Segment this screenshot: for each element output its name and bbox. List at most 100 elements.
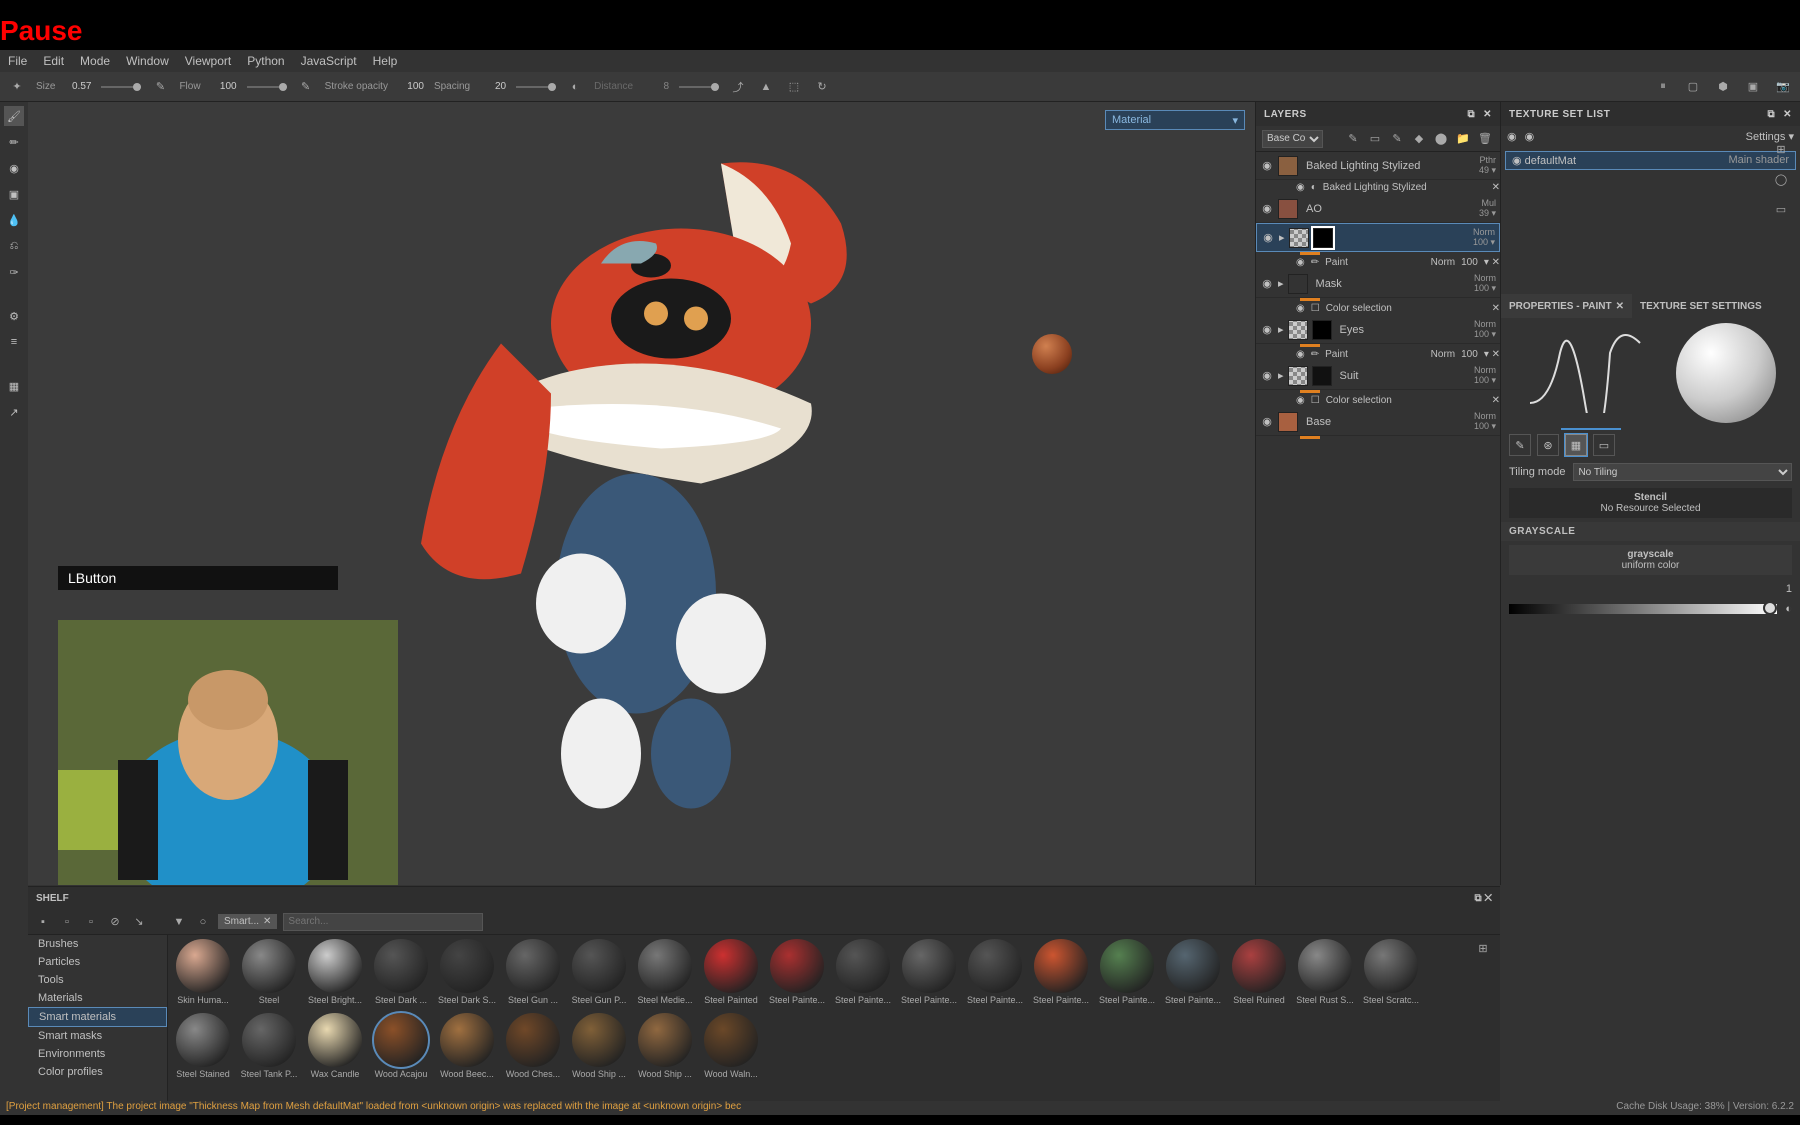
visibility-icon[interactable]: ◉ [1296,303,1305,314]
shelf-item[interactable]: Steel Painte... [964,939,1026,1005]
layer-row[interactable]: ◉ AO Mul 39 ▾ [1256,195,1500,223]
spacing-value[interactable]: 20 [476,81,506,92]
3d-viewport[interactable]: Material ▾ LButt [28,102,1255,885]
menu-window[interactable]: Window [126,54,169,68]
visibility-icon[interactable]: ◉ [1260,159,1274,172]
shelf-item[interactable]: Steel Gun P... [568,939,630,1005]
material-mode-icon[interactable]: ▭ [1593,434,1615,456]
log-icon[interactable]: ▭ [1772,200,1790,218]
close-icon[interactable]: ✕ [263,916,271,927]
shelf-category[interactable]: Environments [28,1045,167,1063]
help-icon[interactable]: ◯ [1772,170,1790,188]
shelf-item[interactable]: Wood Waln... [700,1013,762,1079]
size-value[interactable]: 0.57 [61,81,91,92]
visibility-icon[interactable]: ◉ [1260,369,1274,382]
brush-picker-icon[interactable]: ✦ [8,78,26,96]
shelf-item[interactable]: Skin Huma... [172,939,234,1005]
screenshot-icon[interactable]: 📷 [1774,78,1792,96]
shelf-all-icon[interactable]: ▪ [34,913,52,931]
refresh-icon[interactable]: ○ [194,913,212,931]
layer-row[interactable]: ◉ Baked Lighting Stylized Pthr 49 ▾ [1256,152,1500,180]
shelf-item[interactable]: Steel Painte... [898,939,960,1005]
visibility-icon[interactable]: ◉ [1296,257,1305,268]
shelf-item[interactable]: Wood Ship ... [568,1013,630,1079]
shelf-item[interactable]: Steel Painte... [766,939,828,1005]
shelf-category[interactable]: Smart masks [28,1027,167,1045]
add-paint-icon[interactable]: ✎ [1388,130,1406,148]
tiling-dropdown[interactable]: No Tiling [1573,463,1792,481]
visibility-icon[interactable]: ◉ [1261,231,1275,244]
tab-properties[interactable]: PROPERTIES - PAINT✕ [1501,294,1632,318]
clone-tool-icon[interactable]: ⎌ [4,236,24,256]
export-icon[interactable]: ↗ [4,402,24,422]
shelf-category[interactable]: Particles [28,953,167,971]
shelf-item[interactable]: Steel Dark ... [370,939,432,1005]
rotate-icon[interactable]: ⬢ [1714,78,1732,96]
undock-icon[interactable]: ⧉ [1467,109,1475,120]
eraser-tool-icon[interactable]: ✏ [4,132,24,152]
perspective-icon[interactable]: ▢ [1684,78,1702,96]
shelf-item[interactable]: Steel Dark S... [436,939,498,1005]
shelf-item[interactable]: Steel Medie... [634,939,696,1005]
lazy-mouse-icon[interactable]: ⤴ [729,78,747,96]
filter-icon[interactable]: ▼ [170,913,188,931]
visibility-icon[interactable]: ◉ [1260,415,1274,428]
visibility-icon[interactable]: ◉ [1260,323,1274,336]
layer-row[interactable]: ◉ ▸ Mask Norm 100 ▾ [1256,270,1500,298]
visibility-toggle-icon[interactable]: ◉ [1525,130,1535,143]
grayscale-resource[interactable]: grayscale uniform color [1509,545,1792,575]
gear-icon[interactable]: ⚙ [4,306,24,326]
add-smart-icon[interactable]: ⬤ [1432,130,1450,148]
iray-icon[interactable]: ▦ [4,376,24,396]
shelf-item[interactable]: Steel Scratc... [1360,939,1422,1005]
layer-row[interactable]: ◉ ▸ Suit Norm 100 ▾ [1256,362,1500,390]
undock-icon[interactable]: ⧉ [1767,109,1775,120]
grayscale-slider[interactable] [1509,604,1777,614]
distance-slider[interactable] [679,86,719,88]
mask-icon[interactable]: ▭ [1366,130,1384,148]
stencil-resource[interactable]: Stencil No Resource Selected [1509,488,1792,518]
shelf-item[interactable]: Steel Painte... [832,939,894,1005]
shelf-category[interactable]: Materials [28,989,167,1007]
menu-python[interactable]: Python [247,54,284,68]
add-fill-icon[interactable]: ◆ [1410,130,1428,148]
menu-edit[interactable]: Edit [43,54,64,68]
flow-slider[interactable] [247,86,287,88]
symmetry-icon[interactable]: ▲ [757,78,775,96]
layer-row[interactable]: ◉ ▸ Norm 100 ▾ [1256,223,1500,252]
menu-help[interactable]: Help [373,54,398,68]
shelf-category[interactable]: Color profiles [28,1063,167,1081]
spacing-slider[interactable] [516,86,556,88]
visibility-icon[interactable]: ◉ [1260,202,1274,215]
shelf-item[interactable]: Steel Painted [700,939,762,1005]
alpha-mode-icon[interactable]: ⊛ [1537,434,1559,456]
visibility-icon[interactable]: ◉ [1296,182,1305,193]
visibility-icon[interactable]: ◉ [1296,349,1305,360]
add-folder-icon[interactable]: 📁 [1454,130,1472,148]
shelf-item[interactable]: Steel Bright... [304,939,366,1005]
pause-render-icon[interactable]: ⏸ [1654,78,1672,96]
channel-dropdown[interactable]: Material ▾ [1105,110,1245,130]
shelf-item[interactable]: Steel [238,939,300,1005]
shelf-item[interactable]: Steel Painte... [1162,939,1224,1005]
shelf-item[interactable]: Steel Ruined [1228,939,1290,1005]
paint-tool-icon[interactable]: 🖌 [4,106,24,126]
layer-effect[interactable]: ◉ ☐Color selection ✕ [1256,301,1500,316]
projection-tool-icon[interactable]: ◉ [4,158,24,178]
menu-viewport[interactable]: Viewport [185,54,231,68]
brush-mode-icon[interactable]: ✎ [1509,434,1531,456]
stencil-mode-icon[interactable]: ▦ [1565,434,1587,456]
histogram-icon[interactable]: ⊞ [1772,140,1790,158]
close-icon[interactable]: ✕ [1484,893,1492,904]
shelf-category[interactable]: Tools [28,971,167,989]
layer-adjustment[interactable]: ◉ ◐Baked Lighting Stylized ✕ [1256,180,1500,195]
shelf-category[interactable]: Brushes [28,935,167,953]
delete-layer-icon[interactable]: 🗑 [1476,130,1494,148]
shelf-item[interactable]: Wax Candle [304,1013,366,1079]
close-icon[interactable]: ✕ [1483,109,1492,120]
layer-effect[interactable]: ◉ ☐Color selection ✕ [1256,393,1500,408]
menu-mode[interactable]: Mode [80,54,110,68]
shelf-item[interactable]: Wood Acajou [370,1013,432,1079]
close-icon[interactable]: ✕ [1616,301,1624,312]
smudge-tool-icon[interactable]: 💧 [4,210,24,230]
